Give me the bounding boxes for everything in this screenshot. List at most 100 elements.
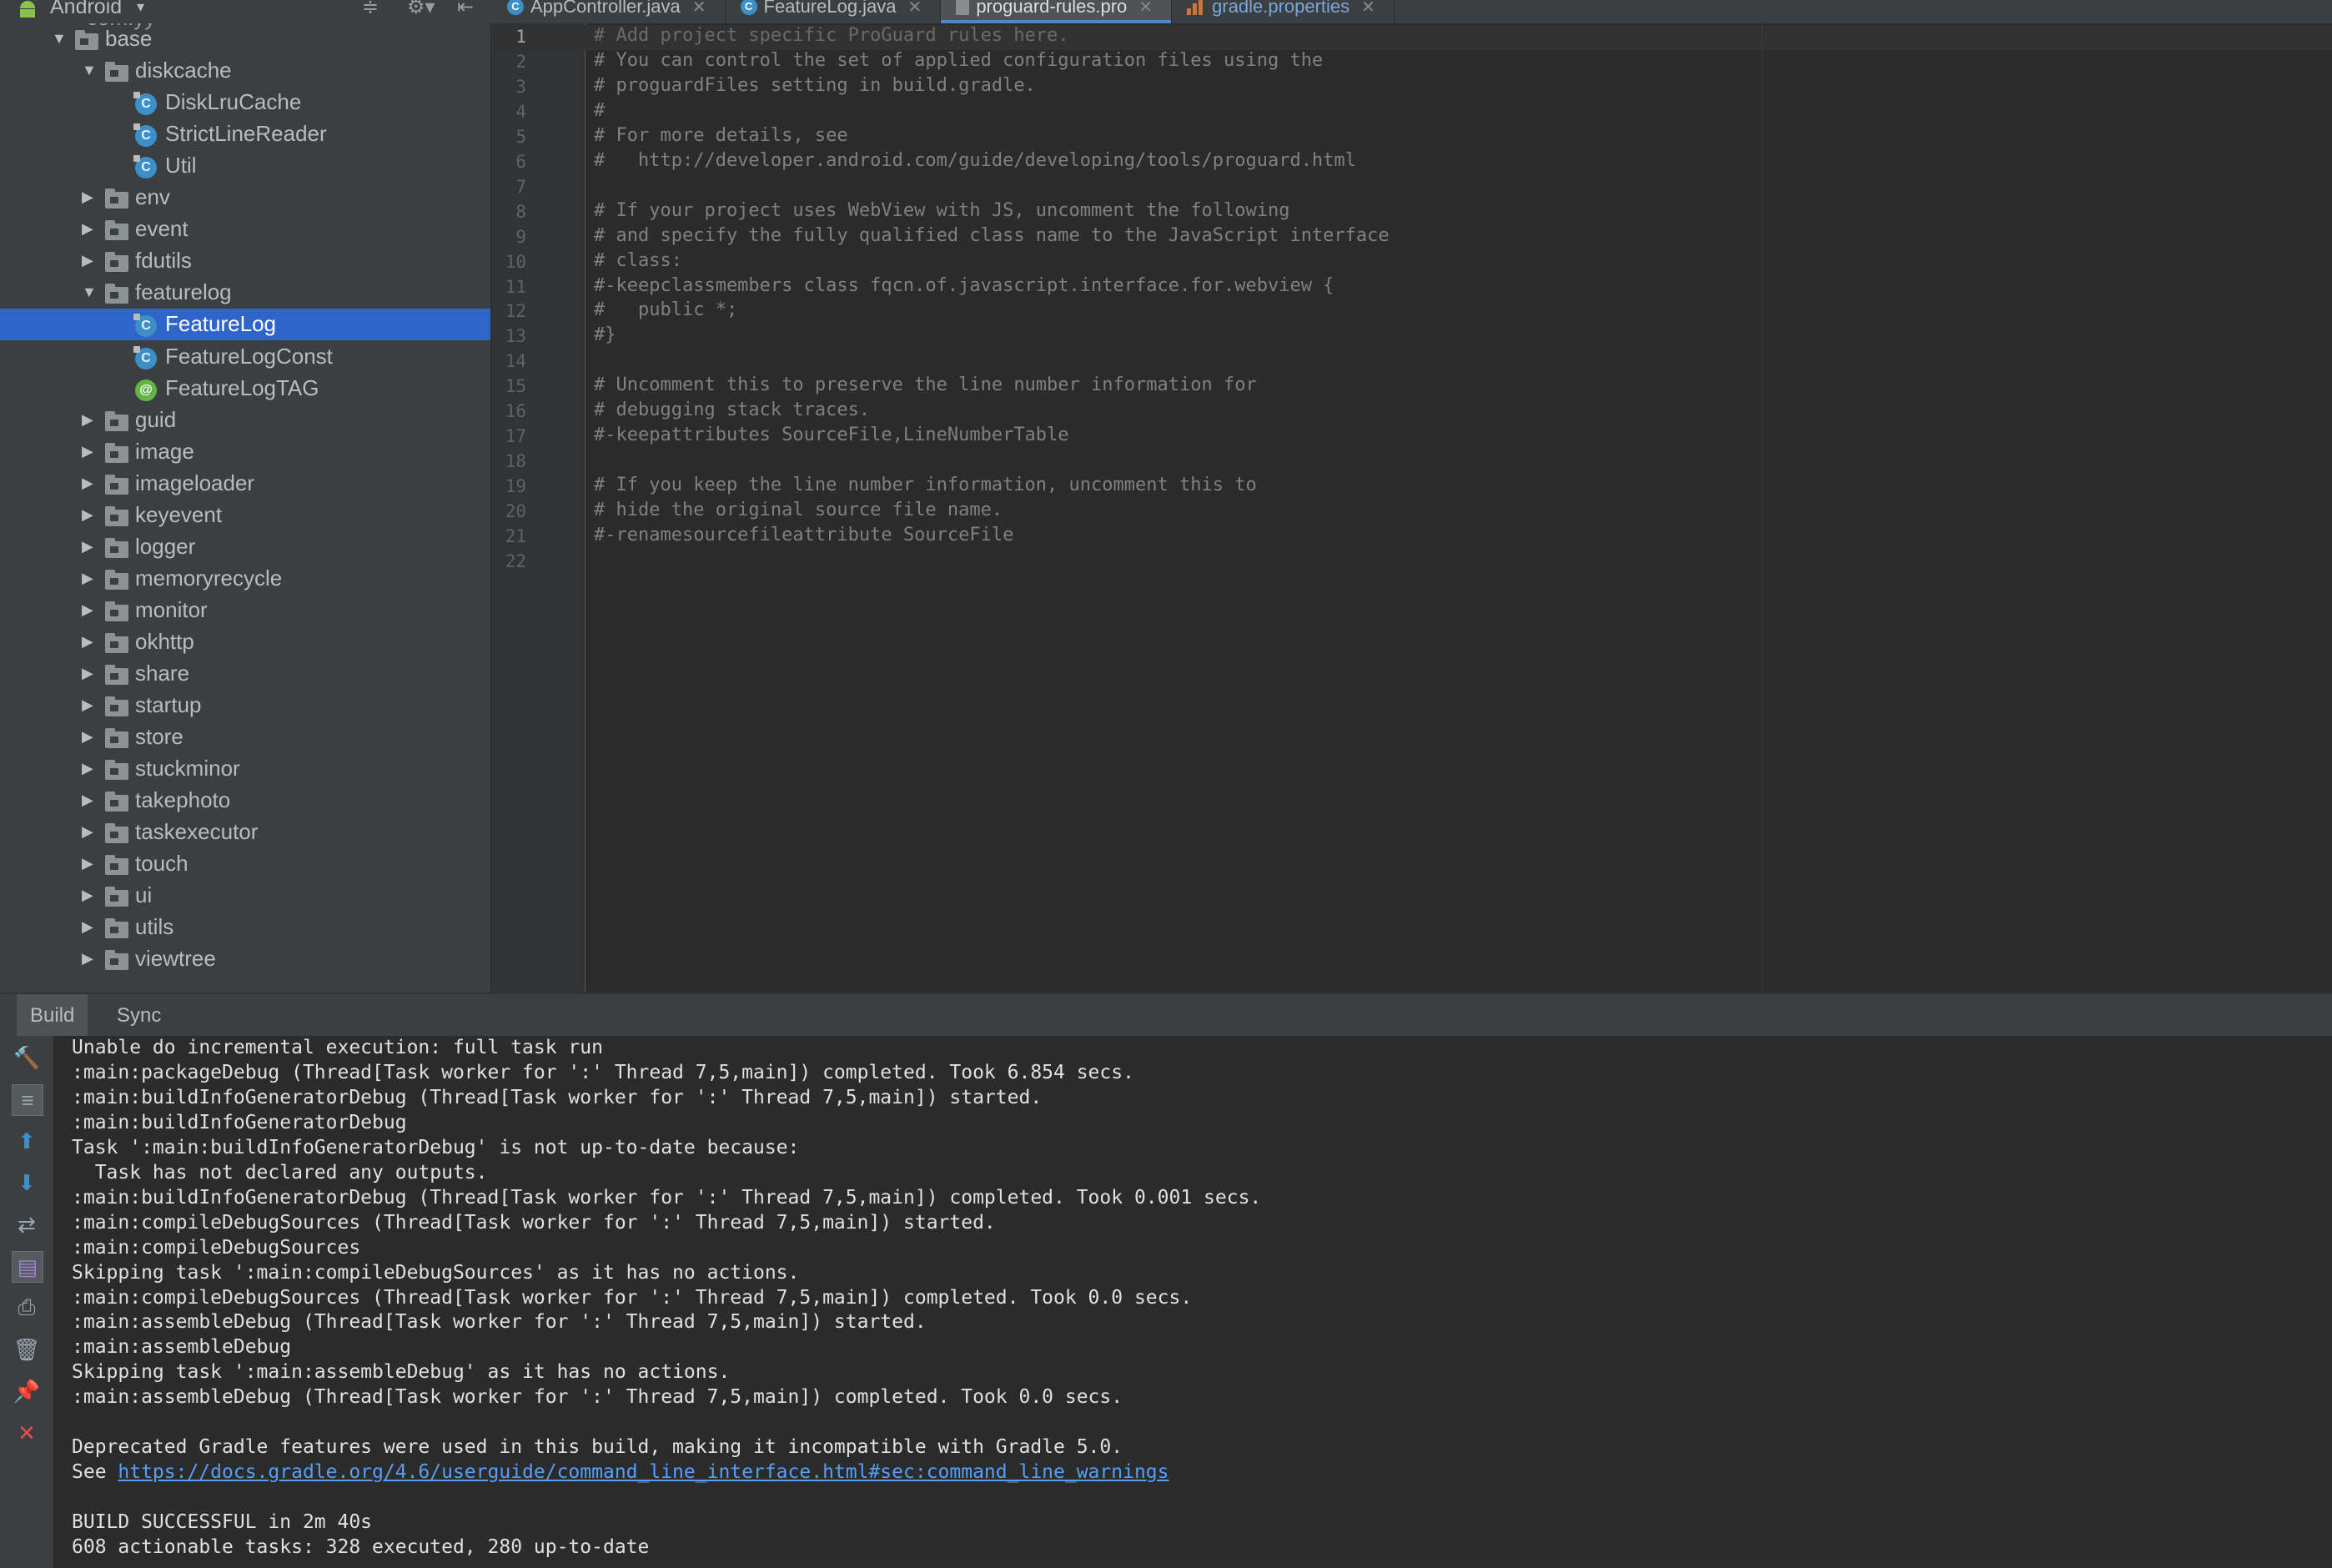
tree-item-viewtree[interactable]: ▶ viewtree	[0, 943, 490, 975]
expand-arrow-icon[interactable]: ▼	[52, 30, 67, 48]
tree-item-env[interactable]: ▶ env	[0, 182, 490, 214]
trash-icon[interactable]: 🗑	[12, 1334, 42, 1364]
tree-item-keyevent[interactable]: ▶ keyevent	[0, 500, 490, 531]
tree-item-label: monitor	[135, 596, 208, 622]
tree-item-logger[interactable]: ▶ logger	[0, 531, 490, 563]
build-tab-build[interactable]: Build	[17, 994, 88, 1038]
line-number: 11	[505, 276, 526, 297]
collapse-arrow-icon[interactable]: ▶	[82, 918, 93, 936]
tab-label: gradle.properties	[1212, 0, 1350, 17]
build-tab-sync[interactable]: Sync	[103, 994, 174, 1038]
tree-item-taskexecutor[interactable]: ▶ taskexecutor	[0, 817, 490, 848]
close-icon[interactable]: ✕	[1138, 0, 1153, 18]
close-icon[interactable]: ✕	[908, 0, 922, 18]
collapse-arrow-icon[interactable]: ▶	[82, 506, 93, 524]
tree-item-util[interactable]: C Util	[0, 150, 490, 182]
docs-link[interactable]: https://docs.gradle.org/4.6/userguide/co…	[118, 1461, 1169, 1483]
collapse-arrow-icon[interactable]: ▶	[82, 633, 93, 651]
collapse-arrow-icon[interactable]: ▶	[82, 443, 93, 460]
collapse-arrow-icon[interactable]: ▶	[82, 601, 93, 619]
tree-item-share[interactable]: ▶ share	[0, 658, 490, 690]
collapse-all-icon[interactable]: ≑	[362, 0, 379, 19]
collapse-arrow-icon[interactable]: ▶	[82, 570, 93, 587]
editor-tab-proguard-rules-pro[interactable]: proguard-rules.pro ✕	[941, 0, 1173, 23]
tree-item-disklrucache[interactable]: C DiskLruCache	[0, 87, 490, 118]
pin-icon[interactable]: 📌	[12, 1376, 42, 1406]
tree-item-featurelog[interactable]: C FeatureLog	[0, 309, 490, 341]
tree-item-diskcache[interactable]: ▼ diskcache	[0, 55, 490, 87]
collapse-arrow-icon[interactable]: ▶	[82, 538, 93, 555]
arrow-up-icon[interactable]: ⬆	[12, 1126, 42, 1156]
console-text: Skipping task ':main:compileDebugSources…	[72, 1261, 800, 1284]
tree-item-event[interactable]: ▶ event	[0, 214, 490, 245]
project-tree[interactable]: com.yy ▼base▼diskcacheCDiskLruCacheCStri…	[0, 23, 491, 993]
tree-item-memoryrecycle[interactable]: ▶ memoryrecycle	[0, 563, 490, 595]
folder-icon	[105, 696, 128, 717]
project-view-selector[interactable]: Android	[50, 0, 122, 19]
class-icon: C	[133, 92, 157, 116]
expand-arrow-icon[interactable]: ▼	[82, 284, 97, 301]
editor-tab-gradle-properties[interactable]: gradle.properties ✕	[1172, 0, 1395, 23]
tree-item-touch[interactable]: ▶ touch	[0, 848, 490, 880]
close-icon[interactable]: ✕	[12, 1418, 42, 1448]
hammer-icon[interactable]: 🔨	[12, 1043, 42, 1073]
hide-panel-icon[interactable]: ⇤	[457, 0, 474, 19]
tree-item-takephoto[interactable]: ▶ takephoto	[0, 785, 490, 817]
tab-label: AppController.java	[530, 0, 681, 17]
collapse-arrow-icon[interactable]: ▶	[82, 950, 93, 967]
collapse-arrow-icon[interactable]: ▶	[82, 188, 93, 206]
print-icon[interactable]: ⎙	[12, 1293, 42, 1323]
collapse-arrow-icon[interactable]: ▶	[82, 696, 93, 714]
collapse-arrow-icon[interactable]: ▶	[82, 475, 93, 492]
console-text: See	[72, 1461, 118, 1484]
collapse-arrow-icon[interactable]: ▶	[82, 855, 93, 872]
tree-item-base[interactable]: ▼ base	[0, 23, 490, 55]
arrow-down-icon[interactable]: ⬇	[12, 1168, 42, 1198]
tree-item-featurelogtag[interactable]: @ FeatureLogTAG	[0, 373, 490, 405]
tree-item-featurelogconst[interactable]: C FeatureLogConst	[0, 341, 490, 373]
tree-item-utils[interactable]: ▶ utils	[0, 912, 490, 943]
tree-item-strictlinereader[interactable]: C StrictLineReader	[0, 118, 490, 150]
tree-item-store[interactable]: ▶ store	[0, 721, 490, 753]
expand-arrow-icon[interactable]: ▼	[82, 62, 97, 79]
tree-item-fdutils[interactable]: ▶ fdutils	[0, 245, 490, 277]
collapse-arrow-icon[interactable]: ▶	[82, 823, 93, 841]
collapse-arrow-icon[interactable]: ▶	[82, 792, 93, 809]
tree-item-ui[interactable]: ▶ ui	[0, 880, 490, 912]
collapse-arrow-icon[interactable]: ▶	[82, 252, 93, 269]
toggle-view-icon[interactable]: ≡	[12, 1084, 43, 1116]
editor-tab-featurelog-java[interactable]: C FeatureLog.java ✕	[726, 0, 942, 23]
editor-tab-appcontroller-java[interactable]: C AppController.java ✕	[492, 0, 726, 23]
tree-item-guid[interactable]: ▶ guid	[0, 405, 490, 436]
tree-item-featurelog[interactable]: ▼ featurelog	[0, 277, 490, 309]
tree-item-okhttp[interactable]: ▶ okhttp	[0, 626, 490, 658]
tree-item-label: taskexecutor	[135, 819, 259, 845]
tree-item-label: Util	[165, 153, 197, 178]
tree-item-stuckminor[interactable]: ▶ stuckminor	[0, 753, 490, 785]
folder-icon	[105, 188, 128, 209]
collapse-arrow-icon[interactable]: ▶	[82, 887, 93, 904]
gear-icon[interactable]: ⚙▾	[407, 0, 435, 19]
tree-item-image[interactable]: ▶ image	[0, 436, 490, 468]
line-number: 16	[505, 401, 526, 422]
collapse-arrow-icon[interactable]: ▶	[82, 411, 93, 429]
close-icon[interactable]: ✕	[1361, 0, 1375, 18]
close-icon[interactable]: ✕	[692, 0, 706, 18]
scroll-to-end-icon[interactable]: ▤	[12, 1251, 43, 1283]
collapse-arrow-icon[interactable]: ▶	[82, 665, 93, 682]
tree-item-imageloader[interactable]: ▶ imageloader	[0, 468, 490, 500]
soft-wrap-icon[interactable]: ⇄	[12, 1209, 42, 1239]
tree-item-startup[interactable]: ▶ startup	[0, 690, 490, 721]
build-console-output[interactable]: Unable do incremental execution: full ta…	[54, 1036, 2332, 1568]
console-line: :main:compileDebugSources (Thread[Task w…	[72, 1212, 996, 1234]
collapse-arrow-icon[interactable]: ▶	[82, 220, 93, 238]
line-number: 4	[515, 101, 526, 122]
tree-item-label: stuckminor	[135, 756, 240, 781]
collapse-arrow-icon[interactable]: ▶	[82, 760, 93, 777]
chevron-down-icon[interactable]: ▾	[137, 0, 144, 16]
tree-item-monitor[interactable]: ▶ monitor	[0, 595, 490, 626]
collapse-arrow-icon[interactable]: ▶	[82, 728, 93, 746]
tree-item-label: memoryrecycle	[135, 565, 283, 591]
console-text: :main:compileDebugSources (Thread[Task w…	[72, 1211, 996, 1234]
console-text: :main:assembleDebug (Thread[Task worker …	[72, 1311, 927, 1334]
